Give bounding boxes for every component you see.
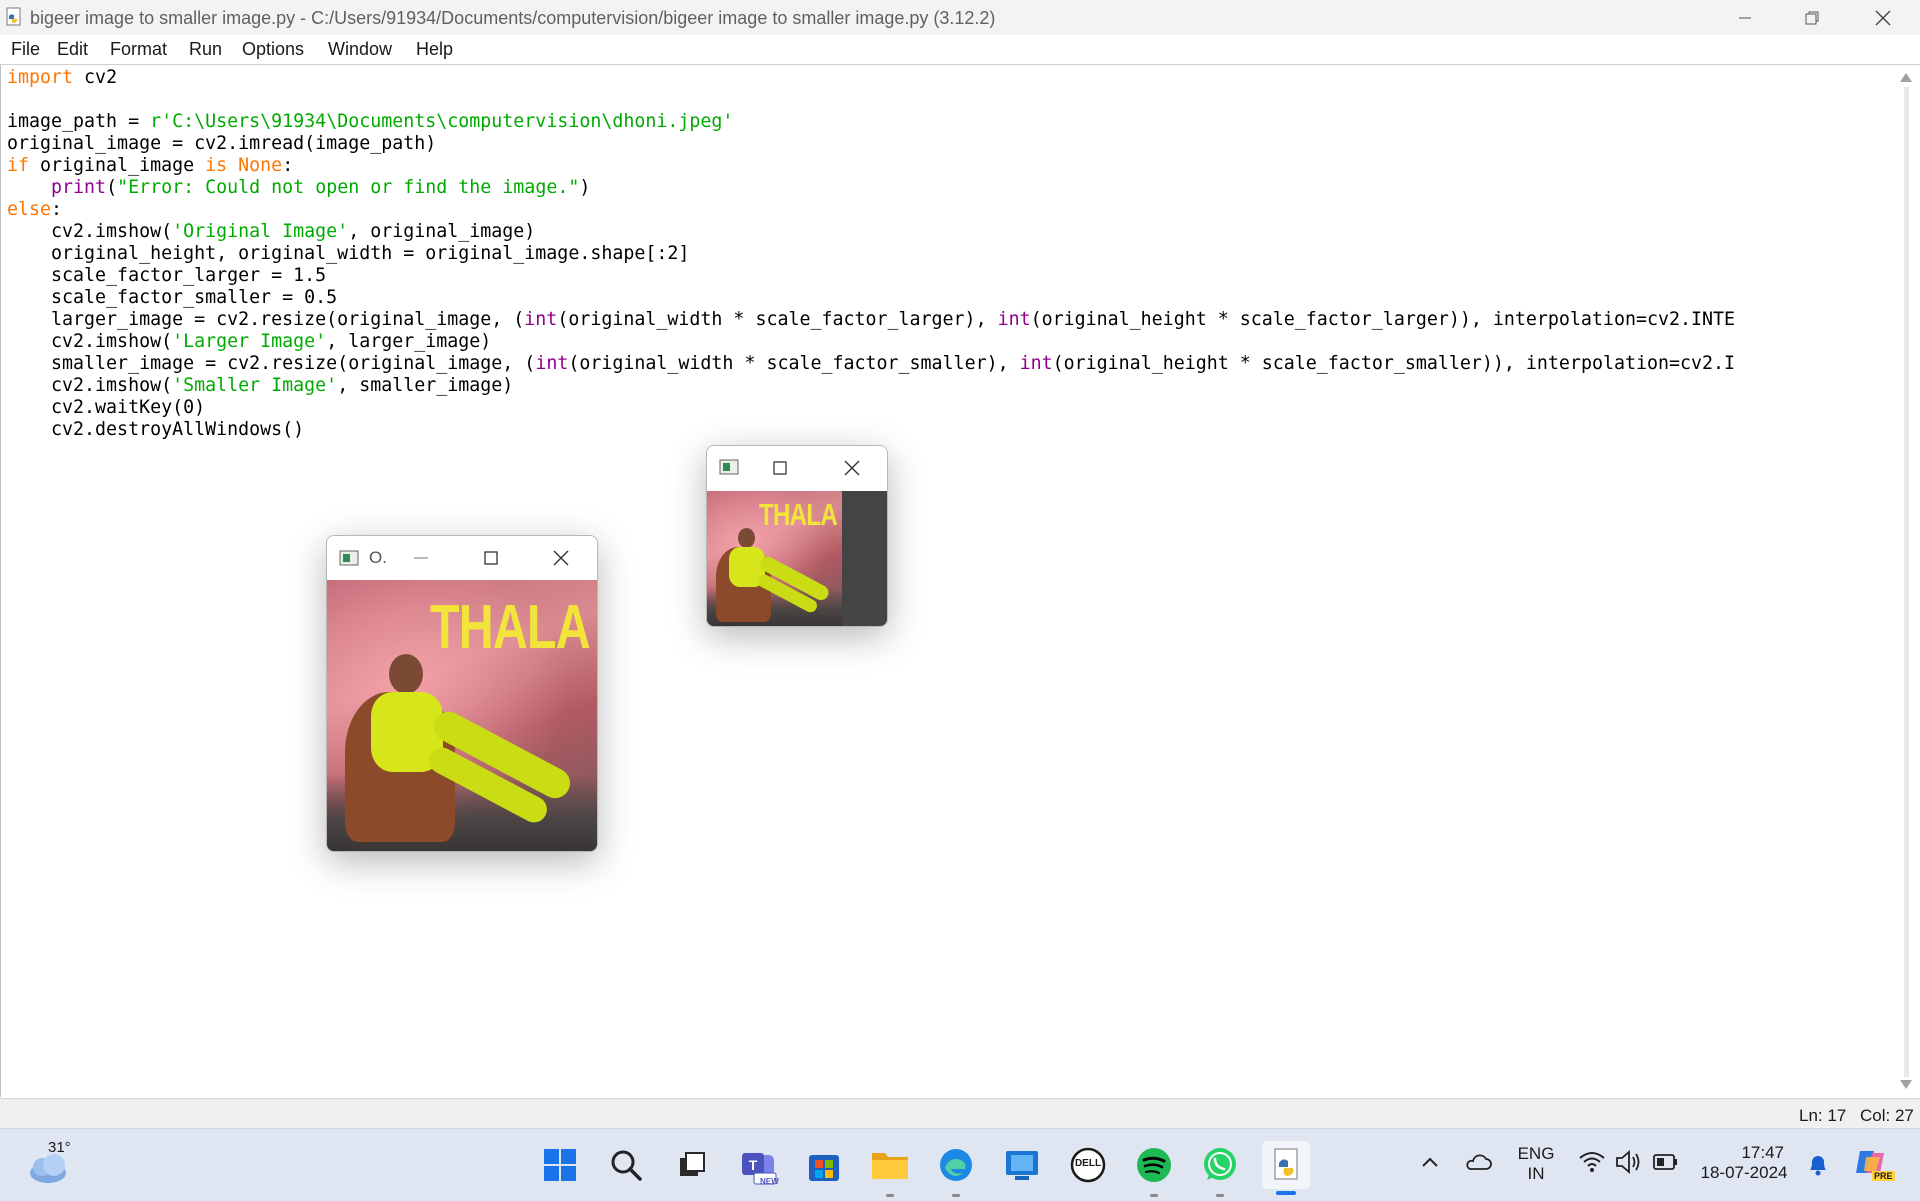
quick-settings-button[interactable] bbox=[1578, 1147, 1686, 1177]
copilot-button[interactable]: PRE bbox=[1852, 1143, 1895, 1183]
svg-text:T: T bbox=[749, 1157, 758, 1173]
windows-start-icon bbox=[544, 1149, 576, 1181]
spotify-icon bbox=[1137, 1148, 1171, 1182]
status-bar: Ln: 17 Col: 27 bbox=[0, 1098, 1920, 1129]
store-button[interactable] bbox=[800, 1141, 848, 1189]
status-col: Col: 27 bbox=[1860, 1106, 1914, 1125]
dell-button[interactable]: DELL bbox=[1064, 1141, 1112, 1189]
minimize-icon bbox=[1739, 17, 1751, 18]
idle-file-icon bbox=[6, 7, 21, 26]
smaller-image-window[interactable]: THALA bbox=[706, 445, 888, 627]
teams-button[interactable]: T NEW bbox=[734, 1141, 782, 1189]
blue-app-button[interactable] bbox=[998, 1141, 1046, 1189]
opencv-window-icon bbox=[339, 550, 359, 566]
clock-time: 17:47 bbox=[1741, 1143, 1784, 1162]
menu-options[interactable]: Options bbox=[242, 39, 304, 60]
running-indicator bbox=[1150, 1194, 1158, 1197]
file-explorer-icon bbox=[872, 1153, 908, 1179]
minimize-button[interactable] bbox=[1712, 0, 1778, 35]
wifi-icon bbox=[1579, 1152, 1605, 1172]
start-button[interactable] bbox=[536, 1141, 584, 1189]
menu-bar: File Edit Format Run Options Window Help bbox=[0, 35, 1920, 65]
search-button[interactable] bbox=[602, 1141, 650, 1189]
whatsapp-button[interactable] bbox=[1196, 1141, 1244, 1197]
copilot-pre-badge: PRE bbox=[1872, 1171, 1895, 1181]
menu-file[interactable]: File bbox=[11, 39, 40, 60]
bell-icon bbox=[1810, 1156, 1826, 1176]
language-indicator[interactable]: ENG IN bbox=[1511, 1144, 1561, 1184]
edge-button[interactable] bbox=[932, 1141, 980, 1197]
edge-icon bbox=[940, 1149, 972, 1181]
menu-help[interactable]: Help bbox=[416, 39, 453, 60]
task-view-icon bbox=[680, 1152, 705, 1176]
chevron-up-icon bbox=[1422, 1157, 1438, 1167]
spotify-button[interactable] bbox=[1130, 1141, 1178, 1197]
poster-text: THALA bbox=[430, 593, 591, 662]
clock[interactable]: 17:47 18-07-2024 bbox=[1696, 1143, 1792, 1183]
dell-label: DELL bbox=[1074, 1158, 1102, 1169]
close-icon bbox=[1875, 10, 1891, 25]
image-window-titlebar[interactable]: O. bbox=[327, 536, 597, 580]
onedrive-cloud-icon bbox=[1466, 1154, 1492, 1170]
code-editor[interactable]: import cv2 image_path = r'C:\Users\91934… bbox=[0, 65, 1894, 1097]
maximize-icon[interactable] bbox=[483, 550, 499, 566]
close-icon[interactable] bbox=[553, 550, 569, 566]
menu-window[interactable]: Window bbox=[328, 39, 392, 60]
thala-poster-small-image: THALA bbox=[707, 491, 842, 626]
running-indicator bbox=[1216, 1194, 1224, 1197]
battery-icon bbox=[1653, 1154, 1677, 1170]
task-view-button[interactable] bbox=[668, 1141, 716, 1189]
running-indicator bbox=[952, 1194, 960, 1197]
language-code: ENG bbox=[1517, 1144, 1555, 1163]
close-button[interactable] bbox=[1850, 0, 1916, 35]
running-indicator bbox=[886, 1194, 894, 1197]
whatsapp-icon bbox=[1204, 1148, 1236, 1180]
scrollbar-track[interactable] bbox=[1904, 87, 1909, 1077]
python-idle-button[interactable] bbox=[1262, 1141, 1310, 1195]
restore-icon bbox=[1805, 11, 1819, 24]
active-indicator bbox=[1276, 1191, 1296, 1195]
menu-format[interactable]: Format bbox=[110, 39, 167, 60]
taskbar: 31° T NEW DELL ENG IN 17:47 18-07-2024 P… bbox=[0, 1128, 1920, 1201]
original-image-window[interactable]: O. THALA bbox=[326, 535, 598, 852]
clock-date: 18-07-2024 bbox=[1700, 1163, 1788, 1182]
thala-poster-image: THALA bbox=[327, 580, 597, 851]
python-idle-icon bbox=[1274, 1148, 1298, 1180]
onedrive-button[interactable] bbox=[1464, 1149, 1492, 1177]
status-line: Ln: 17 bbox=[1799, 1106, 1847, 1125]
blue-app-icon bbox=[1006, 1151, 1038, 1180]
close-icon[interactable] bbox=[844, 460, 860, 476]
weather-temp: 31° bbox=[48, 1139, 71, 1156]
window-title: bigeer image to smaller image.py - C:/Us… bbox=[30, 8, 996, 28]
search-icon bbox=[611, 1150, 642, 1181]
weather-widget[interactable]: 31° bbox=[24, 1139, 74, 1189]
region-code: IN bbox=[1527, 1164, 1545, 1183]
microsoft-store-icon bbox=[809, 1155, 839, 1181]
poster-text: THALA bbox=[759, 497, 838, 532]
window-empty-area bbox=[842, 491, 887, 626]
teams-new-badge: NEW bbox=[760, 1177, 779, 1186]
notifications-button[interactable] bbox=[1806, 1151, 1830, 1177]
volume-icon bbox=[1616, 1150, 1640, 1174]
scroll-down-icon[interactable] bbox=[1900, 1080, 1912, 1089]
vertical-scrollbar[interactable] bbox=[1893, 65, 1920, 1097]
maximize-icon[interactable] bbox=[772, 460, 788, 476]
code-text[interactable]: import cv2 image_path = r'C:\Users\91934… bbox=[7, 67, 1735, 441]
opencv-window-icon bbox=[719, 459, 739, 475]
scroll-up-icon[interactable] bbox=[1900, 73, 1912, 82]
menu-run[interactable]: Run bbox=[189, 39, 222, 60]
restore-button[interactable] bbox=[1779, 0, 1845, 35]
minimize-icon[interactable] bbox=[413, 550, 429, 566]
file-explorer-button[interactable] bbox=[866, 1141, 914, 1197]
menu-edit[interactable]: Edit bbox=[57, 39, 88, 60]
image-window-titlebar[interactable] bbox=[707, 446, 887, 491]
show-hidden-icons-button[interactable] bbox=[1418, 1151, 1442, 1175]
title-bar: bigeer image to smaller image.py - C:/Us… bbox=[0, 0, 1920, 35]
image-window-title: O. bbox=[369, 548, 387, 567]
